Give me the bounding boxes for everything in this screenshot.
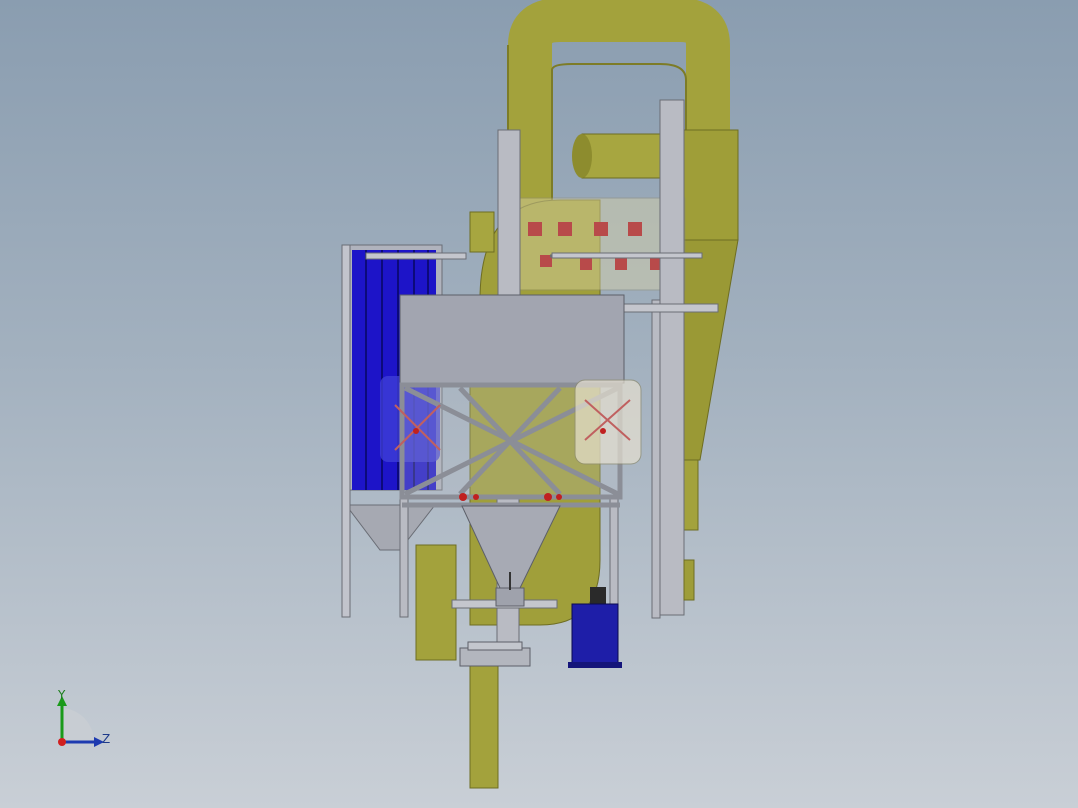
z-axis-label: Z: [102, 732, 111, 746]
right-filter-bag: [574, 379, 642, 465]
y-axis-label: Y: [58, 688, 66, 702]
hopper-box: [399, 294, 625, 384]
industrial-assembly-model[interactable]: [0, 0, 1078, 808]
red-dot-icon: [58, 738, 66, 746]
cad-viewport[interactable]: Y Z: [0, 0, 1078, 808]
side-panel: [683, 559, 695, 601]
triad-plane-icon: [62, 708, 95, 742]
outlet-flange: [459, 641, 531, 667]
